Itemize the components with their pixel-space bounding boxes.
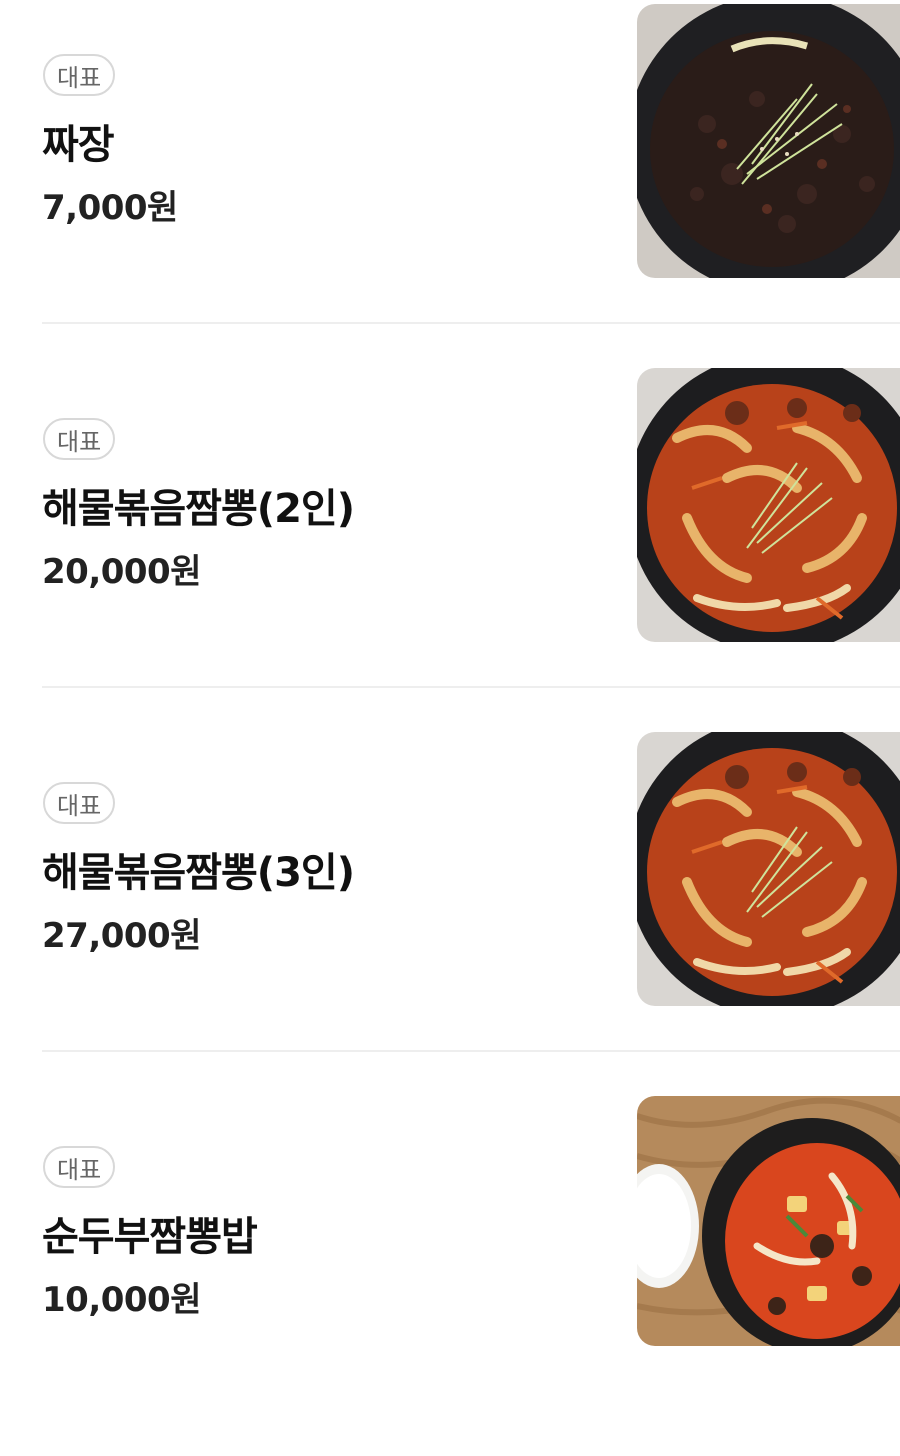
menu-item-price: 7,000원 (42, 188, 178, 228)
seafood-jjamppong-photo[interactable] (637, 732, 900, 1006)
menu-item-price: 27,000원 (42, 916, 201, 956)
menu-list: 대표 짜장 7,000원 대표 해물볶음짬뽕(2인) 20,000원 대표 해물… (0, 0, 900, 1346)
signature-badge: 대표 (43, 54, 116, 96)
jjajang-photo[interactable] (637, 4, 900, 278)
sundubu-jjamppong-bap-photo[interactable] (637, 1096, 900, 1346)
divider (42, 686, 900, 688)
menu-item-name: 해물볶음짬뽕(3인) (42, 850, 355, 896)
divider (42, 322, 900, 324)
seafood-jjamppong-photo[interactable] (637, 368, 900, 642)
seafood-jjamppong-photo-art (637, 368, 900, 642)
signature-badge: 대표 (43, 1146, 116, 1188)
menu-item-sundubu-jjamppong-bap[interactable]: 대표 순두부짬뽕밥 10,000원 (0, 1092, 900, 1456)
sundubu-jjamppong-bap-photo-art (637, 1096, 900, 1346)
menu-item-name: 해물볶음짬뽕(2인) (42, 486, 355, 532)
menu-item-name: 순두부짬뽕밥 (42, 1214, 258, 1260)
menu-item-price: 20,000원 (42, 552, 201, 592)
menu-item-price: 10,000원 (42, 1280, 201, 1320)
menu-item-seafood-jjamppong-2[interactable]: 대표 해물볶음짬뽕(2인) 20,000원 (0, 364, 900, 728)
menu-item-jjajang[interactable]: 대표 짜장 7,000원 (0, 0, 900, 364)
menu-item-name: 짜장 (42, 122, 115, 168)
menu-item-seafood-jjamppong-3[interactable]: 대표 해물볶음짬뽕(3인) 27,000원 (0, 728, 900, 1092)
divider (42, 1050, 900, 1052)
signature-badge: 대표 (43, 418, 116, 460)
signature-badge: 대표 (43, 782, 116, 824)
jjajang-photo-art (637, 4, 900, 278)
seafood-jjamppong-photo-art (637, 732, 900, 1006)
